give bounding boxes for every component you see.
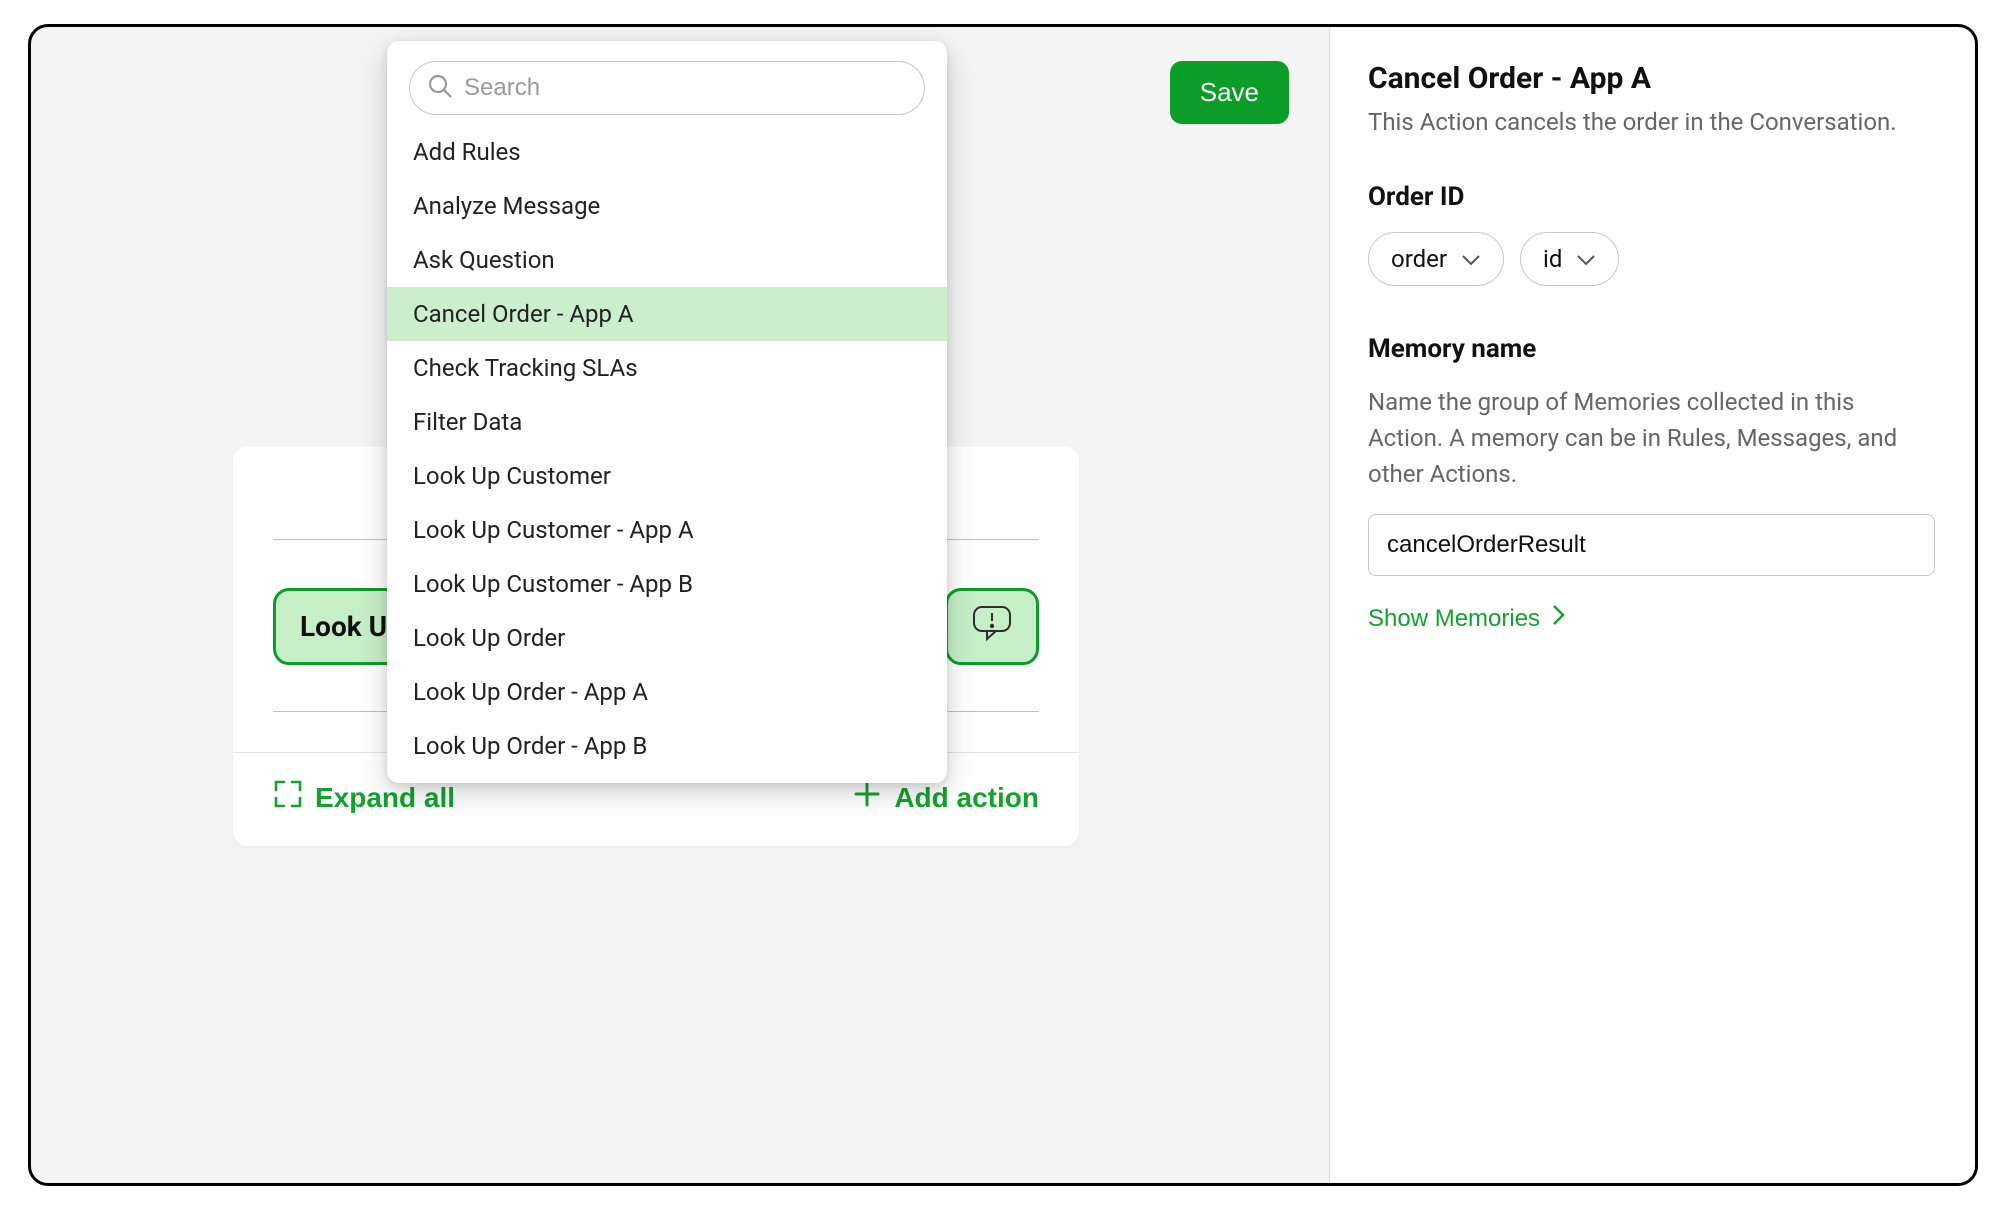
app-window: Save Look Up	[28, 24, 1978, 1186]
dropdown-item[interactable]: Look Up Order - App B	[387, 719, 947, 773]
dropdown-item[interactable]: Look Up Customer - App A	[387, 503, 947, 557]
memory-help-text: Name the group of Memories collected in …	[1368, 384, 1935, 492]
save-button[interactable]: Save	[1170, 61, 1289, 124]
id-pill-label: id	[1543, 245, 1562, 273]
dropdown-item[interactable]: Look Up Customer - App B	[387, 557, 947, 611]
show-memories-label: Show Memories	[1368, 605, 1540, 633]
message-icon	[972, 605, 1012, 648]
chevron-down-icon	[1576, 245, 1596, 273]
dropdown-item[interactable]: Check Tracking SLAs	[387, 341, 947, 395]
plus-icon	[852, 779, 882, 816]
order-pill[interactable]: order	[1368, 232, 1504, 286]
dropdown-item[interactable]: Look Up Order	[387, 611, 947, 665]
chevron-right-icon	[1552, 604, 1566, 633]
dropdown-item[interactable]: Analyze Message	[387, 179, 947, 233]
details-pane: Cancel Order - App A This Action cancels…	[1330, 27, 1975, 1183]
expand-all-label: Expand all	[315, 782, 455, 814]
id-pill[interactable]: id	[1520, 232, 1619, 286]
details-title: Cancel Order - App A	[1368, 61, 1935, 96]
add-action-label: Add action	[894, 782, 1039, 814]
search-icon	[427, 73, 453, 103]
order-id-pills: order id	[1368, 232, 1935, 286]
memory-name-input[interactable]	[1368, 514, 1935, 576]
dropdown-item[interactable]: Look Up Customer	[387, 449, 947, 503]
add-action-button[interactable]: Add action	[852, 779, 1039, 816]
left-pane: Save Look Up	[31, 27, 1330, 1183]
expand-icon	[273, 779, 303, 816]
search-input[interactable]	[409, 61, 925, 115]
message-chip[interactable]	[945, 588, 1039, 665]
show-memories-button[interactable]: Show Memories	[1368, 604, 1566, 633]
dropdown-item[interactable]: Cancel Order - App A	[387, 287, 947, 341]
dropdown-item[interactable]: Filter Data	[387, 395, 947, 449]
dropdown-item[interactable]: Ask Question	[387, 233, 947, 287]
order-pill-label: order	[1391, 245, 1447, 273]
chevron-down-icon	[1461, 245, 1481, 273]
memory-name-label: Memory name	[1368, 334, 1935, 364]
details-description: This Action cancels the order in the Con…	[1368, 108, 1935, 136]
action-dropdown: Add Rules Analyze Message Ask Question C…	[387, 41, 947, 783]
order-id-label: Order ID	[1368, 182, 1935, 212]
dropdown-item[interactable]: Add Rules	[387, 125, 947, 179]
expand-all-button[interactable]: Expand all	[273, 779, 455, 816]
dropdown-item[interactable]: Look Up Order - App A	[387, 665, 947, 719]
dropdown-list: Add Rules Analyze Message Ask Question C…	[387, 125, 947, 773]
